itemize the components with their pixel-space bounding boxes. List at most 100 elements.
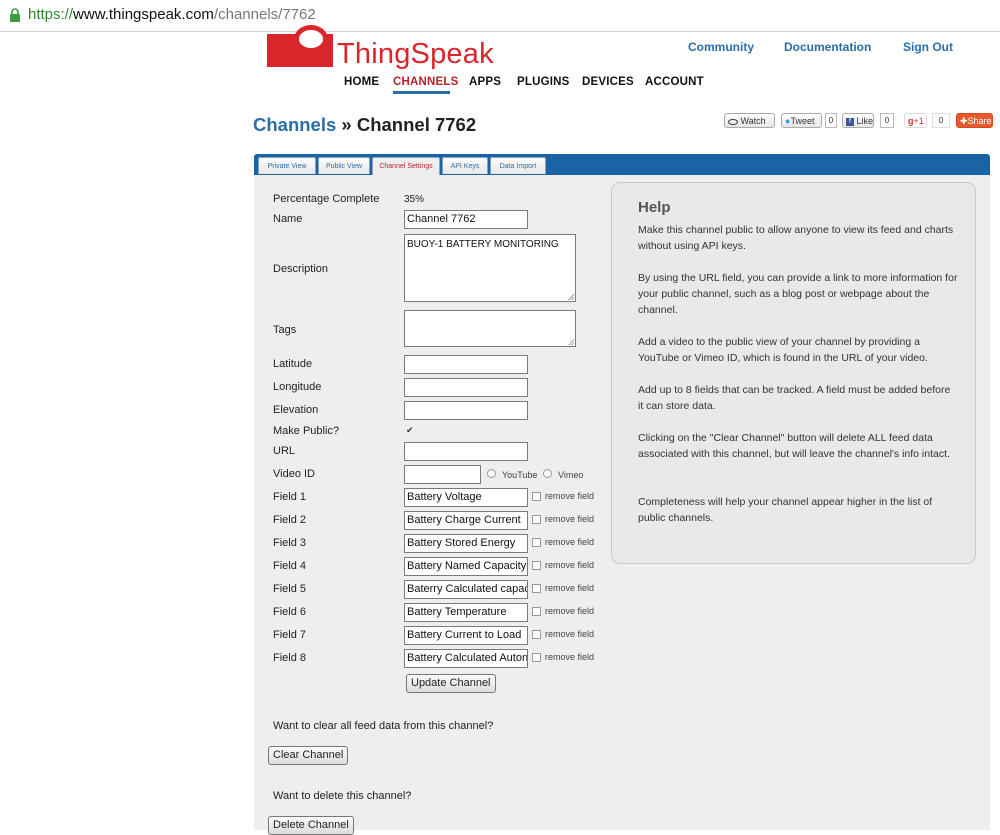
field-label: Field 2 [273, 514, 307, 526]
youtube-radio[interactable] [487, 469, 496, 478]
delete-channel-button[interactable]: Delete Channel [268, 816, 354, 835]
vimeo-label: Vimeo [558, 470, 584, 480]
nav-account[interactable]: ACCOUNT [645, 76, 704, 88]
help-paragraph: Completeness will help your channel appe… [638, 496, 933, 524]
tab-public-view[interactable]: Public View [318, 157, 370, 174]
resize-grip-icon[interactable] [568, 294, 574, 300]
field-label: Field 8 [273, 652, 307, 664]
remove-field-4-checkbox[interactable] [532, 561, 541, 570]
tags-textarea[interactable] [404, 310, 576, 347]
url-input[interactable] [404, 442, 528, 461]
like-label: Like [856, 116, 874, 126]
resize-grip-icon[interactable] [568, 339, 574, 345]
field-3-input[interactable]: Battery Stored Energy [404, 534, 528, 553]
help-paragraph: Add up to 8 fields that can be tracked. … [638, 384, 951, 412]
field-1-input[interactable]: Battery Voltage [404, 488, 528, 507]
elevation-input[interactable] [404, 401, 528, 420]
field-7-input[interactable]: Battery Current to Load [404, 626, 528, 645]
help-box: Help Make this channel public to allow a… [611, 182, 976, 564]
help-paragraph: By using the URL field, you can provide … [638, 272, 958, 316]
watch-label: Watch [740, 116, 766, 126]
share-plus-icon: ✚ [960, 116, 968, 126]
watch-button[interactable]: Watch [724, 113, 775, 128]
tab-channel-settings[interactable]: Channel Settings [372, 157, 440, 175]
breadcrumb-current: Channel 7762 [356, 114, 477, 135]
page-title: Channels » Channel 7762 [253, 114, 476, 136]
nav-apps[interactable]: APPS [469, 76, 501, 88]
breadcrumb-separator: » [336, 114, 357, 135]
field-label: Field 3 [273, 537, 307, 549]
remove-field-label: remove field [545, 514, 595, 524]
url-path: /channels/7762 [213, 6, 316, 23]
remove-field-7-checkbox[interactable] [532, 630, 541, 639]
remove-field-8-checkbox[interactable] [532, 653, 541, 662]
field-5-input[interactable]: Baterry Calculated capacity [404, 580, 528, 599]
remove-field-3-checkbox[interactable] [532, 538, 541, 547]
video-id-input[interactable] [404, 465, 481, 484]
youtube-label: YouTube [502, 470, 538, 480]
field-2-input[interactable]: Battery Charge Current [404, 511, 528, 530]
remove-field-5-checkbox[interactable] [532, 584, 541, 593]
remove-field-label: remove field [545, 652, 595, 662]
percentage-value: 35% [404, 194, 425, 205]
url-host: www.thingspeak.com [73, 6, 214, 23]
remove-field-label: remove field [545, 606, 595, 616]
url-text: https://www.thingspeak.com/channels/7762 [28, 6, 316, 23]
google-plus-button[interactable]: g+1 [904, 113, 927, 128]
field-label: Field 1 [273, 491, 307, 503]
field-label: Field 6 [273, 606, 307, 618]
eye-icon [728, 118, 738, 125]
url-protocol: https:// [28, 6, 74, 23]
tweet-label: Tweet [790, 116, 815, 126]
vimeo-radio[interactable] [543, 469, 552, 478]
field-6-input[interactable]: Battery Temperature [404, 603, 528, 622]
field-8-input[interactable]: Battery Calculated Autonomy [404, 649, 528, 668]
community-link[interactable]: Community [688, 40, 754, 54]
nav-devices[interactable]: DEVICES [582, 76, 634, 88]
share-button[interactable]: ✚Share [956, 113, 993, 128]
share-label: Share [967, 116, 992, 126]
remove-field-1-checkbox[interactable] [532, 492, 541, 501]
description-label: Description [273, 263, 329, 275]
google-plus-label: +1 [913, 116, 924, 126]
description-textarea[interactable]: BUOY-1 BATTERY MONITORING [404, 234, 576, 302]
google-plus-count: 0 [932, 113, 950, 128]
address-bar[interactable]: https://www.thingspeak.com/channels/7762 [0, 0, 1000, 32]
lock-icon [10, 8, 20, 22]
make-public-label: Make Public? [273, 425, 340, 437]
help-paragraph: Add a video to the public view of your c… [638, 336, 928, 364]
delete-question: Want to delete this channel? [273, 790, 412, 802]
remove-field-label: remove field [545, 537, 595, 547]
url-label: URL [273, 445, 296, 457]
elevation-label: Elevation [273, 404, 319, 416]
remove-field-6-checkbox[interactable] [532, 607, 541, 616]
tweet-button[interactable]: ●Tweet [781, 113, 822, 128]
nav-channels[interactable]: CHANNELS [393, 76, 459, 88]
name-label: Name [273, 213, 303, 225]
tags-label: Tags [273, 324, 297, 336]
sign-out-link[interactable]: Sign Out [903, 40, 953, 54]
field-label: Field 7 [273, 629, 307, 641]
help-paragraph: Make this channel public to allow anyone… [638, 224, 954, 252]
logo-text[interactable]: ThingSpeak [337, 38, 494, 71]
tab-api-keys[interactable]: API Keys [442, 157, 488, 174]
like-button[interactable]: f Like [842, 113, 874, 128]
breadcrumb-channels-link[interactable]: Channels [253, 114, 336, 135]
field-4-input[interactable]: Battery Named Capacity [404, 557, 528, 576]
like-count: 0 [880, 113, 894, 128]
nav-active-indicator [393, 91, 450, 94]
name-input[interactable]: Channel 7762 [404, 210, 528, 229]
tab-data-import[interactable]: Data Import [490, 157, 546, 174]
clear-channel-button[interactable]: Clear Channel [268, 746, 349, 765]
latitude-label: Latitude [273, 358, 313, 370]
tab-private-view[interactable]: Private View [258, 157, 316, 174]
longitude-input[interactable] [404, 378, 528, 397]
nav-plugins[interactable]: PLUGINS [517, 76, 570, 88]
nav-home[interactable]: HOME [344, 76, 379, 88]
percentage-label: Percentage Complete [273, 193, 380, 205]
make-public-checkbox[interactable]: ✔ [406, 426, 415, 435]
latitude-input[interactable] [404, 355, 528, 374]
documentation-link[interactable]: Documentation [784, 40, 871, 54]
remove-field-2-checkbox[interactable] [532, 515, 541, 524]
update-channel-button[interactable]: Update Channel [406, 674, 496, 693]
